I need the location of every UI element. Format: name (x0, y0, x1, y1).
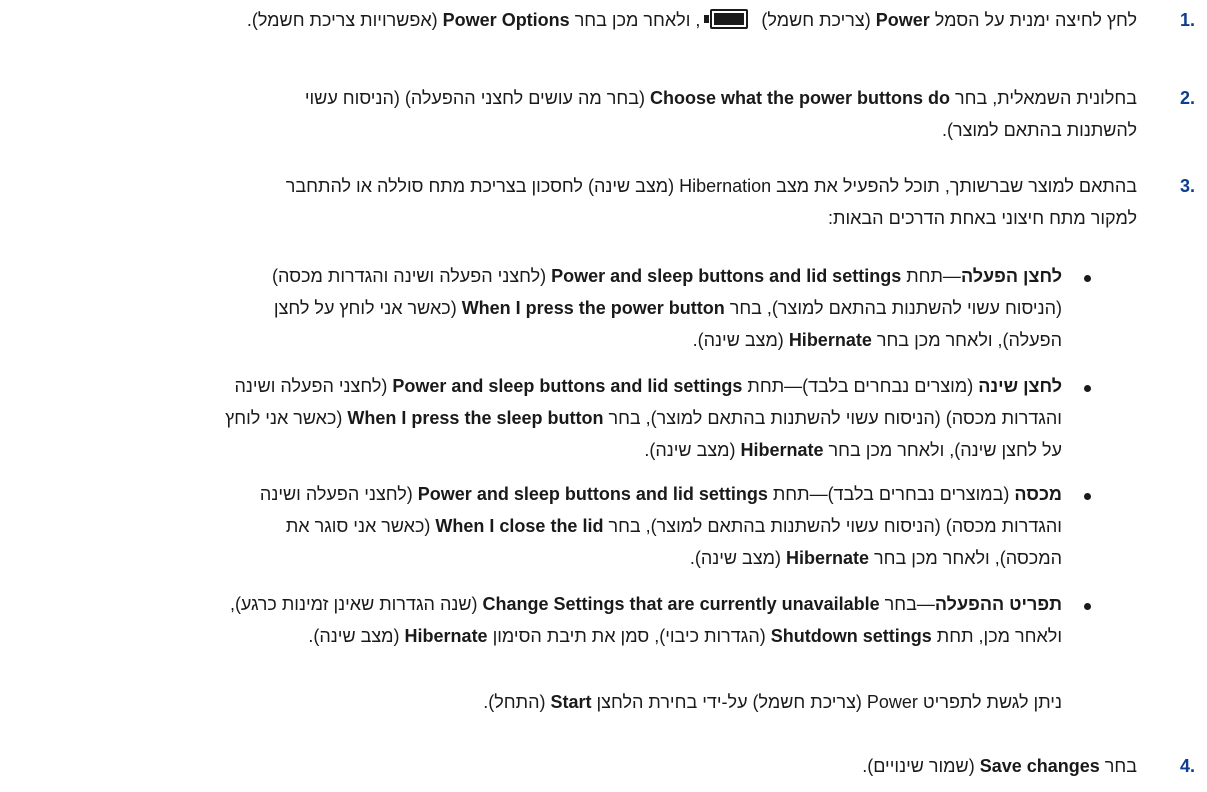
bold-term: מכסה (1014, 484, 1062, 504)
bold-term: Shutdown settings (770, 626, 932, 646)
text-run: הפעלה), ולאחר מכן בחר (871, 330, 1062, 350)
text-run: והגדרות מכסה) (הניסוח עשוי להשתנות בהתאם… (603, 408, 1062, 428)
note-text: ניתן לגשת לתפריט Power (צריכת חשמל) על-י… (483, 690, 1062, 714)
bullet-1-line-2: (הניסוח עשוי להשתנות בהתאם למוצר), בחר W… (274, 296, 1062, 320)
text-run: (כאשר אני לוחץ (225, 408, 348, 428)
bold-term: When I close the lid (435, 516, 604, 536)
step-2-line-1: בחלונית השמאלית, בחר Choose what the pow… (305, 86, 1137, 110)
text-run: (אפשרויות צריכת חשמל). (246, 10, 443, 30)
step-number: 1. (1179, 10, 1195, 30)
text-run: על לחצן שינה), ולאחר מכן בחר (823, 440, 1062, 460)
text-run: (שמור שינויים). (862, 756, 980, 776)
bold-term: לחצן הפעלה (960, 266, 1062, 286)
bold-term: Choose what the power buttons do (650, 88, 951, 108)
text-run: ניתן לגשת לתפריט Power (צריכת חשמל) על-י… (591, 692, 1063, 712)
bullet-dot (1084, 493, 1091, 500)
bold-term: Power and sleep buttons and lid settings (417, 484, 768, 504)
bullet-3-line-1: מכסה (במוצרים נבחרים בלבד)—תחת Power and… (260, 482, 1062, 506)
text-run: למקור מתח חיצוני באחת הדרכים הבאות: (828, 208, 1137, 228)
bullet-3-line-3: המכסה), ולאחר מכן בחר Hibernate (מצב שינ… (690, 546, 1062, 570)
step-2-line-2: להשתנות בהתאם למוצר). (942, 118, 1137, 142)
bullet-4-line-2: ולאחר מכן, תחת Shutdown settings (הגדרות… (308, 624, 1062, 648)
bold-term: Hibernate (740, 440, 824, 460)
text-run: (במוצרים נבחרים בלבד)—תחת (767, 484, 1015, 504)
bold-term: Power and sleep buttons and lid settings (551, 266, 902, 286)
text-run: (מצב שינה). (689, 548, 786, 568)
text-run: (מצב שינה). (692, 330, 789, 350)
bold-term: Power (875, 10, 930, 30)
text-run: והגדרות מכסה) (הניסוח עשוי להשתנות בהתאם… (603, 516, 1062, 536)
text-run: בהתאם למוצר שברשותך, תוכל להפעיל את מצב … (285, 176, 1137, 196)
text-run: בחלונית השמאלית, בחר (950, 88, 1137, 108)
text-run: ולאחר מכן, תחת (931, 626, 1062, 646)
bold-term: Start (550, 692, 592, 712)
text-run: (בחר מה עושים לחצני ההפעלה) (הניסוח עשוי (304, 88, 651, 108)
bold-term: Save changes (979, 756, 1100, 776)
bullet-2-line-1: לחצן שינה (מוצרים נבחרים בלבד)—תחת Power… (235, 374, 1063, 398)
bold-term: Change Settings that are currently unava… (482, 594, 880, 614)
battery-icon (704, 9, 752, 31)
text-run: (כאשר אני לוחץ על לחצן (273, 298, 462, 318)
text-run: (כאשר אני סוגר את (285, 516, 436, 536)
text-run: (לחצני הפעלה ושינה (234, 376, 393, 396)
bullet-2-line-3: על לחצן שינה), ולאחר מכן בחר Hibernate (… (644, 438, 1062, 462)
text-run: (התחל). (483, 692, 551, 712)
bullet-dot (1084, 385, 1091, 392)
bold-term: Power and sleep buttons and lid settings (392, 376, 743, 396)
text-run: (הגדרות כיבוי), סמן את תיבת הסימון (487, 626, 771, 646)
bullet-2-line-2: והגדרות מכסה) (הניסוח עשוי להשתנות בהתאם… (225, 406, 1062, 430)
step-number: 3. (1179, 176, 1195, 196)
text-run: (הניסוח עשוי להשתנות בהתאם למוצר), בחר (724, 298, 1062, 318)
text-run: (לחצני הפעלה ושינה והגדרות מכסה) (272, 266, 552, 286)
text-run: (לחצני הפעלה ושינה (259, 484, 418, 504)
bold-term: When I press the power button (461, 298, 725, 318)
text-run: לחץ לחיצה ימנית על הסמל (929, 10, 1137, 30)
text-run: —תחת (901, 266, 961, 286)
bullet-1-line-3: הפעלה), ולאחר מכן בחר Hibernate (מצב שינ… (693, 328, 1062, 352)
bold-term: Hibernate (788, 330, 872, 350)
document-page: 1. לחץ לחיצה ימנית על הסמל Power (צריכת … (0, 0, 1207, 792)
text-run: (צריכת חשמל) (756, 10, 876, 30)
text-run: בחר (1099, 756, 1137, 776)
text-run: המכסה), ולאחר מכן בחר (869, 548, 1062, 568)
bullet-dot (1084, 275, 1091, 282)
text-run: (מצב שינה). (644, 440, 741, 460)
text-run: להשתנות בהתאם למוצר). (941, 120, 1137, 140)
bold-term: Hibernate (786, 548, 870, 568)
step-number: 2. (1179, 88, 1195, 108)
text-run: , ולאחר מכן בחר (569, 10, 701, 30)
text-run: —בחר (879, 594, 935, 614)
bullet-dot (1084, 603, 1091, 610)
step-3-line-1: בהתאם למוצר שברשותך, תוכל להפעיל את מצב … (286, 174, 1137, 198)
text-run: (שנה הגדרות שאינן זמינות כרגע), (229, 594, 483, 614)
bullet-1-line-1: לחצן הפעלה—תחת Power and sleep buttons a… (272, 264, 1062, 288)
bullet-4-line-1: תפריט ההפעלה—בחר Change Settings that ar… (230, 592, 1062, 616)
text-run: (מצב שינה). (308, 626, 405, 646)
bullet-3-line-2: והגדרות מכסה) (הניסוח עשוי להשתנות בהתאם… (286, 514, 1062, 538)
bold-term: When I press the sleep button (347, 408, 604, 428)
bold-term: תפריט ההפעלה (934, 594, 1062, 614)
step-4-line-1: בחר Save changes (שמור שינויים). (862, 754, 1137, 778)
bold-term: לחצן שינה (978, 376, 1062, 396)
text-run: (מוצרים נבחרים בלבד)—תחת (742, 376, 979, 396)
bold-term: Hibernate (404, 626, 488, 646)
bold-term: Power Options (442, 10, 570, 30)
step-1-line-1: לחץ לחיצה ימנית על הסמל Power (צריכת חשמ… (247, 8, 1137, 32)
step-3-line-2: למקור מתח חיצוני באחת הדרכים הבאות: (828, 206, 1137, 230)
step-number: 4. (1179, 756, 1195, 776)
